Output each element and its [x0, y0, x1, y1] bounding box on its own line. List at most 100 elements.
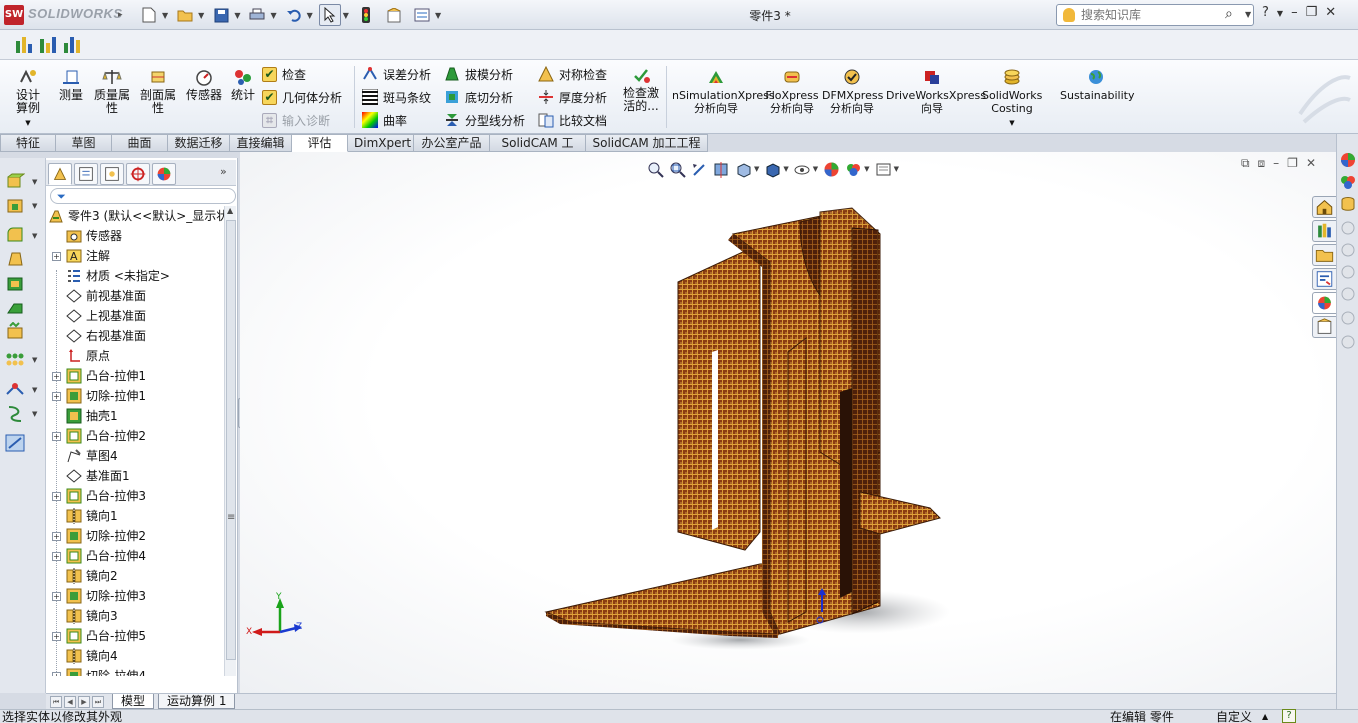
appearances-tab-icon[interactable]: [1312, 292, 1336, 314]
tree-item-feature[interactable]: + 切除-拉伸1: [46, 386, 224, 406]
print-icon[interactable]: [246, 4, 268, 26]
solidworks-logo[interactable]: SW SOLIDWORKS ▸: [0, 2, 130, 28]
check-active-button[interactable]: 检查激活的...: [620, 66, 662, 113]
tab-motion-study[interactable]: 运动算例 1: [158, 694, 236, 709]
symmetry-check-button[interactable]: 对称检查: [538, 64, 607, 84]
tree-item-top-plane[interactable]: 上视基准面: [46, 306, 224, 326]
tab-sketch[interactable]: 草图: [56, 134, 112, 152]
chevron-down-icon[interactable]: ▼: [435, 11, 441, 20]
curves-icon[interactable]: [5, 404, 25, 422]
addin-bar-icon[interactable]: [38, 35, 58, 55]
tab-solidcam-workpiece[interactable]: SolidCAM 工件: [490, 134, 586, 167]
tree-item-feature[interactable]: + 凸台-拉伸2: [46, 426, 224, 446]
draft-analysis-button[interactable]: 拔模分析: [444, 64, 513, 84]
tab-solidcam-machining[interactable]: SolidCAM 加工工程: [586, 134, 708, 152]
zebra-stripes-button[interactable]: 斑马条纹: [362, 87, 431, 107]
minimize-icon[interactable]: –: [1291, 5, 1298, 20]
tab-features[interactable]: 特征: [0, 134, 56, 152]
right-foot[interactable]: [859, 491, 941, 535]
tree-item-front-plane[interactable]: 前视基准面: [46, 286, 224, 306]
tab-surfaces[interactable]: 曲面: [112, 134, 168, 152]
sustainability-button[interactable]: Sustainability: [1060, 68, 1134, 102]
tree-item-feature[interactable]: 镜向1: [46, 506, 224, 526]
chevron-down-icon[interactable]: ▼: [1277, 9, 1283, 20]
instant3d-icon[interactable]: [5, 434, 25, 452]
tab-direct-editing[interactable]: 直接编辑: [230, 134, 292, 152]
tab-data-migration[interactable]: 数据迁移: [168, 134, 230, 152]
help-button[interactable]: ?: [1262, 5, 1269, 20]
undo-icon[interactable]: [283, 4, 305, 26]
knowledge-search[interactable]: ⌕ ▼: [1056, 4, 1254, 26]
tree-item-feature[interactable]: + 凸台-拉伸4: [46, 546, 224, 566]
chevron-down-icon[interactable]: ▼: [162, 11, 168, 20]
rib-icon[interactable]: [5, 298, 25, 316]
help-status-icon[interactable]: ?: [1282, 709, 1296, 723]
chevron-down-icon[interactable]: ▼: [343, 11, 349, 20]
next-tab-icon[interactable]: ▶: [78, 696, 90, 708]
file-explorer-icon[interactable]: [1312, 244, 1336, 266]
tree-item-feature[interactable]: 镜向4: [46, 646, 224, 666]
addin-bar-icon[interactable]: [14, 35, 34, 55]
tree-item-material[interactable]: 材质 <未指定>: [46, 266, 224, 286]
last-tab-icon[interactable]: ⏭: [92, 696, 104, 708]
geometry-analysis-button[interactable]: ✔ 几何体分析: [262, 87, 342, 107]
disabled-tool-icon[interactable]: [1340, 220, 1356, 236]
extrude-boss-icon[interactable]: [5, 172, 25, 190]
save-icon[interactable]: [210, 4, 232, 26]
chevron-down-icon[interactable]: ▼: [32, 178, 37, 186]
model-3d-view[interactable]: [240, 152, 1336, 693]
chevron-down-icon[interactable]: ▼: [270, 11, 276, 20]
expand-icon[interactable]: +: [52, 492, 61, 501]
expand-icon[interactable]: +: [52, 392, 61, 401]
chevron-down-icon[interactable]: ▼: [32, 232, 37, 240]
parting-line-analysis-button[interactable]: 分型线分析: [444, 110, 525, 130]
compare-documents-button[interactable]: 比较文档: [538, 110, 607, 130]
home-icon[interactable]: [1312, 196, 1336, 218]
tree-item-feature[interactable]: + 切除-拉伸4: [46, 666, 224, 676]
section-properties-button[interactable]: 剖面属性: [138, 68, 178, 115]
deviation-analysis-button[interactable]: 误差分析: [362, 64, 431, 84]
tree-item-feature[interactable]: 镜向3: [46, 606, 224, 626]
side-wall-left[interactable]: [677, 243, 761, 551]
rebuild-icon[interactable]: [355, 4, 377, 26]
tree-item-feature[interactable]: 抽壳1: [46, 406, 224, 426]
dimxpert-manager-tab-icon[interactable]: [126, 163, 150, 185]
mass-properties-button[interactable]: 质量属性: [90, 68, 134, 115]
check-button[interactable]: ✔ 检查: [262, 64, 306, 84]
tree-item-feature[interactable]: 草图4: [46, 446, 224, 466]
tree-item-origin[interactable]: 原点: [46, 346, 224, 366]
thickness-analysis-button[interactable]: 厚度分析: [538, 87, 607, 107]
units-selector[interactable]: 自定义: [1216, 710, 1252, 723]
tree-item-feature[interactable]: 基准面1: [46, 466, 224, 486]
inner-rib[interactable]: [787, 336, 807, 623]
expand-icon[interactable]: +: [52, 632, 61, 641]
disabled-tool-icon[interactable]: [1340, 264, 1356, 280]
tree-item-right-plane[interactable]: 右视基准面: [46, 326, 224, 346]
design-library-icon[interactable]: [1312, 220, 1336, 242]
tree-item-feature[interactable]: + 凸台-拉伸5: [46, 626, 224, 646]
extrude-cut-icon[interactable]: [5, 196, 25, 214]
chevron-down-icon[interactable]: ▼: [198, 11, 204, 20]
tree-item-annotations[interactable]: + A 注解: [46, 246, 224, 266]
disabled-tool-icon[interactable]: [1340, 310, 1356, 326]
dfm-xpress-button[interactable]: DFMXpress分析向导: [822, 68, 883, 115]
graphics-area[interactable]: ▼ ▼ ▼ ▼ ▼ ⧉ ⧈ – ❐ ✕ Y X Z: [240, 152, 1336, 693]
statistics-button[interactable]: 统计: [228, 68, 258, 102]
wrap-icon[interactable]: [5, 322, 25, 340]
prev-tab-icon[interactable]: ◀: [64, 696, 76, 708]
database-icon[interactable]: [1340, 196, 1356, 212]
sensor-button[interactable]: 传感器: [184, 68, 224, 102]
tree-item-feature[interactable]: + 凸台-拉伸1: [46, 366, 224, 386]
disabled-tool-icon[interactable]: [1340, 286, 1356, 302]
tree-filter[interactable]: ⏷: [50, 188, 236, 204]
draft-icon[interactable]: [5, 250, 25, 268]
reference-geometry-icon[interactable]: [5, 380, 25, 398]
scene-icon[interactable]: [1340, 174, 1356, 190]
new-document-icon[interactable]: [138, 4, 160, 26]
display-manager-tab-icon[interactable]: [152, 163, 176, 185]
close-icon[interactable]: ✕: [1325, 5, 1336, 20]
first-tab-icon[interactable]: ⏮: [50, 696, 62, 708]
search-icon[interactable]: ⌕: [1225, 6, 1233, 22]
simulation-xpress-button[interactable]: nSimulationXpress分析向导: [672, 68, 775, 115]
chevron-down-icon[interactable]: ▼: [32, 410, 37, 418]
